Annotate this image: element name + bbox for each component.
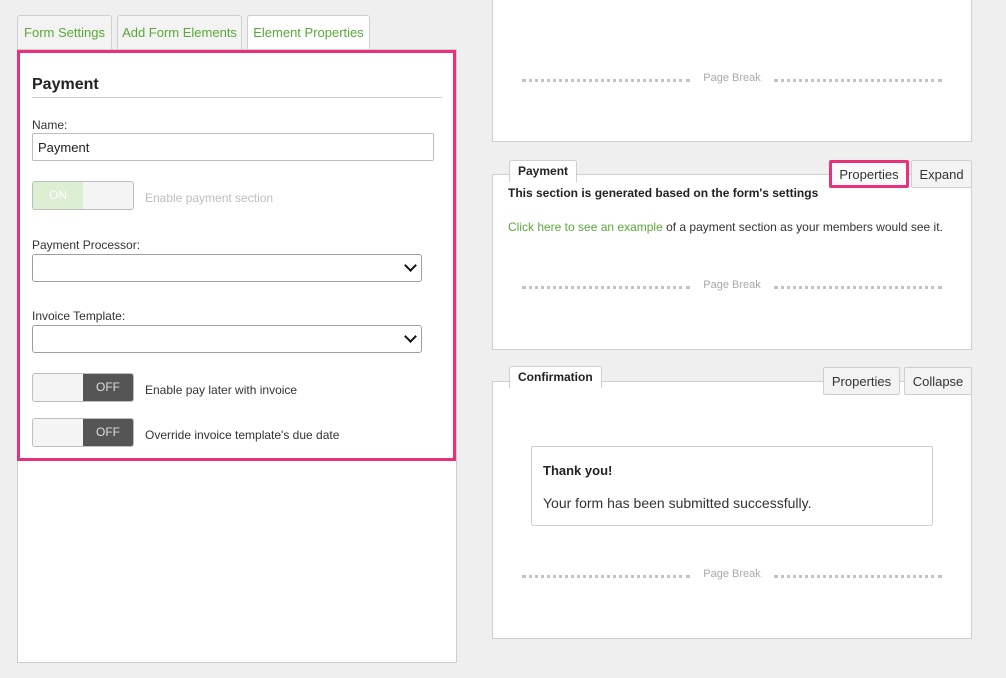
page-break: Page Break — [522, 568, 942, 582]
page-break-label: Page Break — [703, 72, 761, 84]
generated-notice: This section is generated based on the f… — [508, 186, 819, 200]
chevron-down-icon — [404, 330, 417, 343]
payment-processor-select[interactable] — [32, 254, 422, 282]
invoice-template-select[interactable] — [32, 325, 422, 353]
confirmation-section-tab: Confirmation — [509, 366, 602, 388]
override-due-date-label: Override invoice template's due date — [145, 428, 340, 442]
payment-properties-button[interactable]: Properties — [829, 160, 909, 188]
payment-processor-label: Payment Processor: — [32, 238, 141, 252]
example-link[interactable]: Click here to see an example — [508, 220, 663, 234]
pay-later-label: Enable pay later with invoice — [145, 383, 298, 397]
toggle-on-label: ON — [33, 182, 83, 209]
toggle-off-label: OFF — [83, 374, 133, 401]
payment-section-card — [492, 174, 972, 350]
enable-payment-label: Enable payment section — [145, 191, 274, 205]
confirmation-message-box: Thank you! Your form has been submitted … — [531, 446, 933, 526]
example-rest: of a payment section as your members wou… — [662, 220, 943, 234]
previous-section-card — [492, 0, 972, 142]
name-input[interactable] — [32, 133, 434, 161]
page-break-line — [774, 79, 942, 82]
tab-element-properties[interactable]: Element Properties — [247, 15, 370, 50]
toggle-off-label: OFF — [83, 419, 133, 446]
enable-payment-toggle[interactable]: ON — [32, 181, 134, 210]
page-break-line — [774, 286, 942, 289]
confirmation-properties-button[interactable]: Properties — [823, 367, 900, 395]
invoice-template-label: Invoice Template: — [32, 309, 126, 323]
section-title: Payment — [32, 76, 442, 98]
pay-later-toggle[interactable]: OFF — [32, 373, 134, 402]
confirmation-collapse-button[interactable]: Collapse — [904, 367, 972, 395]
chevron-down-icon — [404, 259, 417, 272]
page-break: Page Break — [522, 72, 942, 86]
name-label: Name: — [32, 118, 68, 132]
payment-expand-button[interactable]: Expand — [911, 160, 972, 188]
page-break: Page Break — [522, 279, 942, 293]
page-break-line — [774, 575, 942, 578]
tab-form-settings[interactable]: Form Settings — [17, 15, 112, 49]
thank-you-title: Thank you! — [543, 463, 613, 478]
thank-you-message: Your form has been submitted successfull… — [543, 495, 812, 511]
payment-section-tab: Payment — [509, 160, 578, 182]
page-break-label: Page Break — [703, 279, 761, 291]
example-text: Click here to see an example of a paymen… — [508, 220, 943, 234]
tab-add-form-elements[interactable]: Add Form Elements — [117, 15, 242, 49]
override-due-date-toggle[interactable]: OFF — [32, 418, 134, 447]
page-break-label: Page Break — [703, 568, 761, 580]
